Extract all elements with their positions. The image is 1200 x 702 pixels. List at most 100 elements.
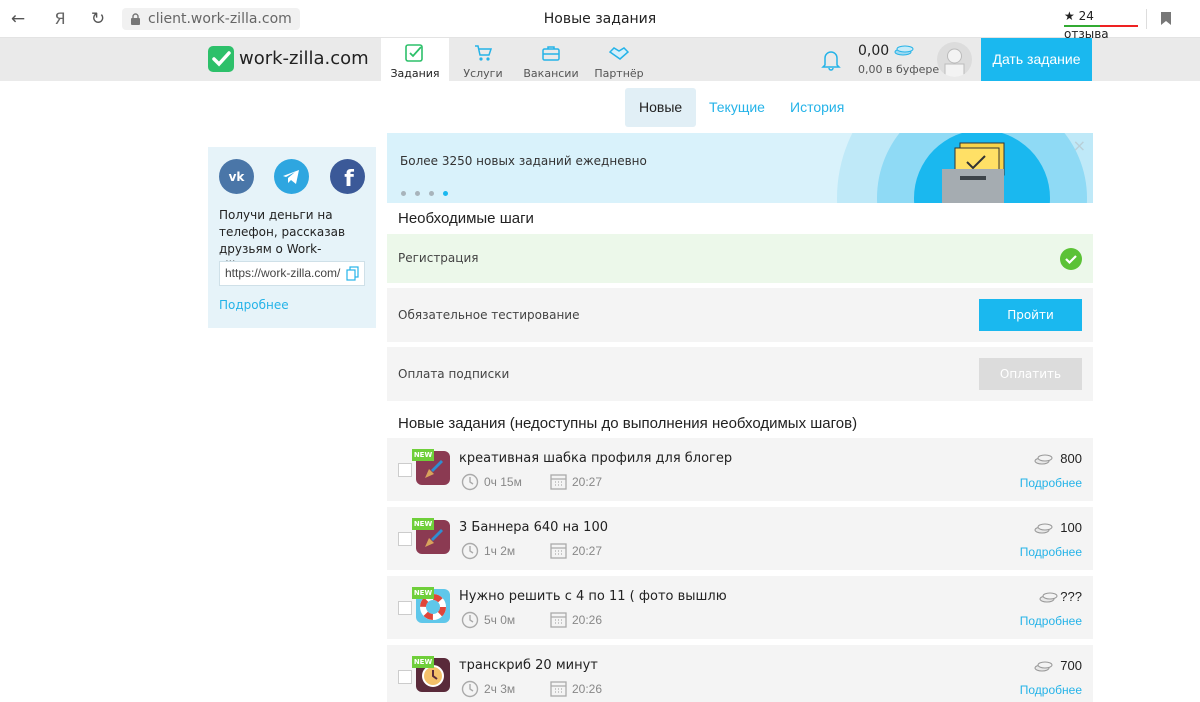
task-duration: 0ч 15м	[484, 475, 522, 489]
task-title[interactable]: 3 Баннера 640 на 100	[459, 520, 608, 535]
clock-outline-icon	[461, 542, 479, 560]
task-time: 20:26	[572, 682, 603, 696]
task-price: ???	[1060, 589, 1082, 604]
banner-pagination[interactable]	[401, 181, 457, 200]
avatar[interactable]	[937, 42, 972, 77]
close-icon[interactable]: ×	[1073, 136, 1086, 155]
task-time: 20:27	[572, 544, 603, 558]
new-badge: NEW	[412, 656, 434, 668]
telegram-icon[interactable]	[274, 159, 309, 194]
referral-panel: vk f Получи деньги на телефон, рассказав…	[208, 147, 376, 328]
task-checkbox[interactable]	[398, 670, 412, 684]
clock-outline-icon	[461, 473, 479, 491]
task-title[interactable]: Нужно решить с 4 по 11 ( фото вышлю	[459, 589, 727, 604]
tasks-icon	[405, 44, 423, 62]
star-icon: ★	[1064, 9, 1075, 23]
reload-icon[interactable]: ↻	[88, 9, 108, 29]
svg-text:vk: vk	[229, 170, 246, 184]
banner-dot-active[interactable]	[443, 191, 448, 196]
buffer-value: 0,00 в буфере	[858, 63, 940, 76]
check-icon	[1060, 248, 1082, 270]
banner-dot[interactable]	[415, 191, 420, 196]
balance-block[interactable]: 0,00 0,00 в буфере	[858, 42, 939, 78]
referral-link-input[interactable]: https://work-zilla.com/	[219, 261, 365, 286]
step-registration: Регистрация	[387, 234, 1093, 283]
logo-text: work-zilla.com	[239, 48, 369, 69]
task-checkbox[interactable]	[398, 601, 412, 615]
vk-icon[interactable]: vk	[219, 159, 254, 194]
promo-banner: Более 3250 новых заданий ежедневно ×	[387, 133, 1093, 203]
nav-services[interactable]: Услуги	[449, 38, 517, 81]
task-card[interactable]: NEW транскриб 20 минут 2ч 3м 20:26 700 П…	[387, 645, 1093, 702]
banner-dot[interactable]	[401, 191, 406, 196]
pay-subscription-button[interactable]: Оплатить	[979, 358, 1082, 390]
reviews-badge[interactable]: ★ 24 отзыва	[1064, 7, 1138, 41]
logo-check-icon	[208, 46, 234, 72]
tab-current[interactable]: Текущие	[709, 88, 765, 127]
tab-new[interactable]: Новые	[625, 88, 697, 127]
task-card[interactable]: NEW креативная шабка профиля для блогер …	[387, 438, 1093, 501]
url-text: client.work-zilla.com	[148, 11, 292, 27]
task-duration: 1ч 2м	[484, 544, 516, 558]
bookmark-icon[interactable]	[1161, 12, 1171, 25]
task-duration: 2ч 3м	[484, 682, 516, 696]
calendar-icon	[550, 543, 567, 559]
task-price: 800	[1060, 451, 1082, 466]
steps-title: Необходимые шаги	[398, 210, 534, 227]
nav-partner[interactable]: Партнёр	[585, 38, 653, 81]
coins-icon	[1034, 661, 1053, 672]
step-label: Обязательное тестирование	[398, 308, 580, 322]
yandex-icon[interactable]: Я	[50, 9, 70, 29]
calendar-icon	[550, 681, 567, 697]
task-price: 100	[1060, 520, 1082, 535]
task-more-link[interactable]: Подробнее	[1020, 683, 1082, 697]
bell-icon[interactable]	[821, 49, 841, 71]
tab-history[interactable]: История	[790, 88, 844, 127]
coins-icon	[1034, 523, 1053, 534]
partner-icon	[609, 47, 629, 60]
task-title[interactable]: транскриб 20 минут	[459, 658, 598, 673]
banner-illustration	[837, 133, 1093, 203]
facebook-icon[interactable]: f	[330, 159, 365, 194]
new-badge: NEW	[412, 518, 434, 530]
take-test-button[interactable]: Пройти	[979, 299, 1082, 331]
nav-tasks[interactable]: Задания	[381, 38, 449, 83]
task-duration: 5ч 0м	[484, 613, 516, 627]
clock-outline-icon	[461, 611, 479, 629]
clock-outline-icon	[461, 680, 479, 698]
new-badge: NEW	[412, 449, 434, 461]
task-card[interactable]: NEW 3 Баннера 640 на 100 1ч 2м 20:27 100…	[387, 507, 1093, 570]
nav-partner-label: Партнёр	[594, 67, 644, 80]
banner-text: Более 3250 новых заданий ежедневно	[400, 154, 647, 168]
calendar-icon	[550, 612, 567, 628]
back-arrow-icon[interactable]: ←	[8, 9, 28, 29]
nav-tasks-label: Задания	[390, 67, 440, 80]
referral-link-value: https://work-zilla.com/	[225, 266, 341, 280]
copy-icon[interactable]	[346, 266, 359, 281]
task-title[interactable]: креативная шабка профиля для блогер	[459, 451, 732, 466]
step-testing: Обязательное тестирование Пройти	[387, 288, 1093, 342]
nav-vacancies[interactable]: Вакансии	[517, 38, 585, 81]
task-checkbox[interactable]	[398, 532, 412, 546]
task-time: 20:27	[572, 475, 603, 489]
step-label: Регистрация	[398, 251, 479, 265]
services-icon	[475, 45, 493, 61]
vacancies-icon	[542, 46, 560, 61]
address-bar[interactable]: client.work-zilla.com	[122, 8, 300, 30]
browser-toolbar: ← Я ↻ client.work-zilla.com Новые задани…	[0, 0, 1200, 41]
nav-vacancies-label: Вакансии	[523, 67, 579, 80]
task-price: 700	[1060, 658, 1082, 673]
give-task-button[interactable]: Дать задание	[981, 38, 1092, 81]
new-badge: NEW	[412, 587, 434, 599]
referral-more-link[interactable]: Подробнее	[219, 298, 289, 312]
task-more-link[interactable]: Подробнее	[1020, 614, 1082, 628]
task-more-link[interactable]: Подробнее	[1020, 545, 1082, 559]
balance-value: 0,00	[858, 43, 890, 59]
coins-icon	[1039, 592, 1058, 603]
task-checkbox[interactable]	[398, 463, 412, 477]
banner-dot[interactable]	[429, 191, 434, 196]
task-card[interactable]: NEW Нужно решить с 4 по 11 ( фото вышлю …	[387, 576, 1093, 639]
tasks-title: Новые задания (недоступны до выполнения …	[398, 415, 858, 432]
task-time: 20:26	[572, 613, 603, 627]
task-more-link[interactable]: Подробнее	[1020, 476, 1082, 490]
